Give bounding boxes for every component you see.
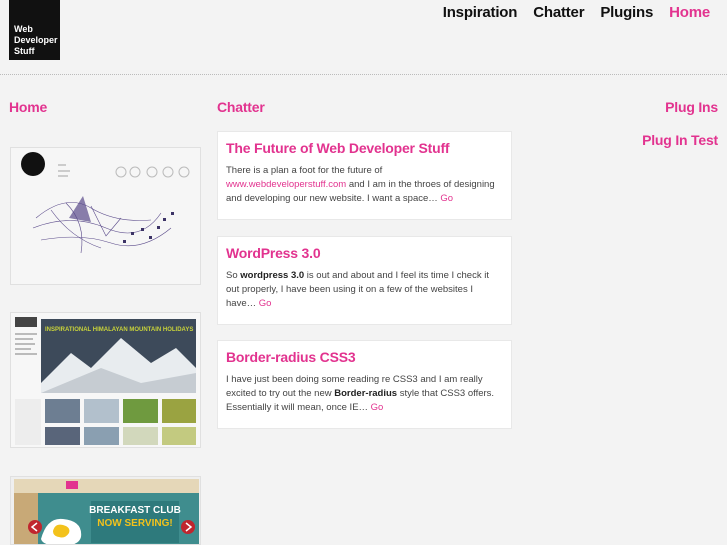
- thumb-2-artwork: INSPIRATIONAL HIMALAYAN MOUNTAIN HOLIDAY…: [11, 313, 200, 447]
- thumb-3-headline-2: NOW SERVING!: [97, 518, 172, 529]
- post-text: So: [226, 270, 241, 281]
- plugin-link-plug-ins[interactable]: Plug Ins: [665, 99, 718, 115]
- post-text: There is a plan a foot for the future of: [226, 165, 383, 176]
- portfolio-thumb-3[interactable]: BREAKFAST CLUB NOW SERVING!: [10, 476, 201, 545]
- logo-line-2: Developer: [14, 35, 58, 45]
- post-title-3[interactable]: Border-radius CSS3: [226, 349, 503, 365]
- post-card-2: WordPress 3.0 So wordpress 3.0 is out an…: [217, 236, 512, 325]
- main-nav: Inspiration Chatter Plugins Home: [443, 4, 710, 21]
- site-logo[interactable]: Web Developer Stuff: [9, 0, 60, 60]
- post-title-2[interactable]: WordPress 3.0: [226, 245, 503, 261]
- post-bold: wordpress 3.0: [240, 270, 305, 281]
- logo-line-1: Web: [14, 24, 33, 34]
- post-excerpt-3: I have just been doing some reading re C…: [226, 373, 503, 415]
- thumb-3-next-arrow-icon[interactable]: [181, 520, 195, 534]
- portfolio-thumb-1[interactable]: [10, 147, 201, 285]
- post-card-3: Border-radius CSS3 I have just been doin…: [217, 340, 512, 429]
- nav-chatter[interactable]: Chatter: [533, 4, 584, 21]
- home-heading: Home: [9, 99, 48, 115]
- post-go-link-1[interactable]: Go: [440, 193, 453, 204]
- nav-inspiration[interactable]: Inspiration: [443, 4, 518, 21]
- post-card-1: The Future of Web Developer Stuff There …: [217, 131, 512, 220]
- post-link[interactable]: www.webdeveloperstuff.com: [226, 179, 346, 190]
- post-go-link-2[interactable]: Go: [259, 298, 272, 309]
- logo-line-3: Stuff: [14, 46, 35, 56]
- header-divider: [0, 74, 727, 75]
- post-excerpt-1: There is a plan a foot for the future of…: [226, 164, 503, 206]
- post-excerpt-2: So wordpress 3.0 is out and about and I …: [226, 269, 503, 311]
- portfolio-thumb-2[interactable]: INSPIRATIONAL HIMALAYAN MOUNTAIN HOLIDAY…: [10, 312, 201, 448]
- thumb-3-headline-1: BREAKFAST CLUB: [89, 505, 181, 516]
- thumb-1-artwork: [11, 148, 200, 284]
- plugin-link-plug-in-test[interactable]: Plug In Test: [642, 132, 718, 148]
- post-go-link-3[interactable]: Go: [371, 402, 384, 413]
- post-title-1[interactable]: The Future of Web Developer Stuff: [226, 140, 503, 156]
- thumb-2-headline: INSPIRATIONAL HIMALAYAN MOUNTAIN HOLIDAY…: [45, 327, 193, 333]
- chatter-heading: Chatter: [217, 99, 265, 115]
- nav-home[interactable]: Home: [669, 4, 710, 21]
- thumb-3-prev-arrow-icon[interactable]: [28, 520, 42, 534]
- nav-plugins[interactable]: Plugins: [600, 4, 653, 21]
- thumb-3-artwork: BREAKFAST CLUB NOW SERVING!: [11, 477, 200, 544]
- post-bold: Border-radius: [334, 388, 398, 399]
